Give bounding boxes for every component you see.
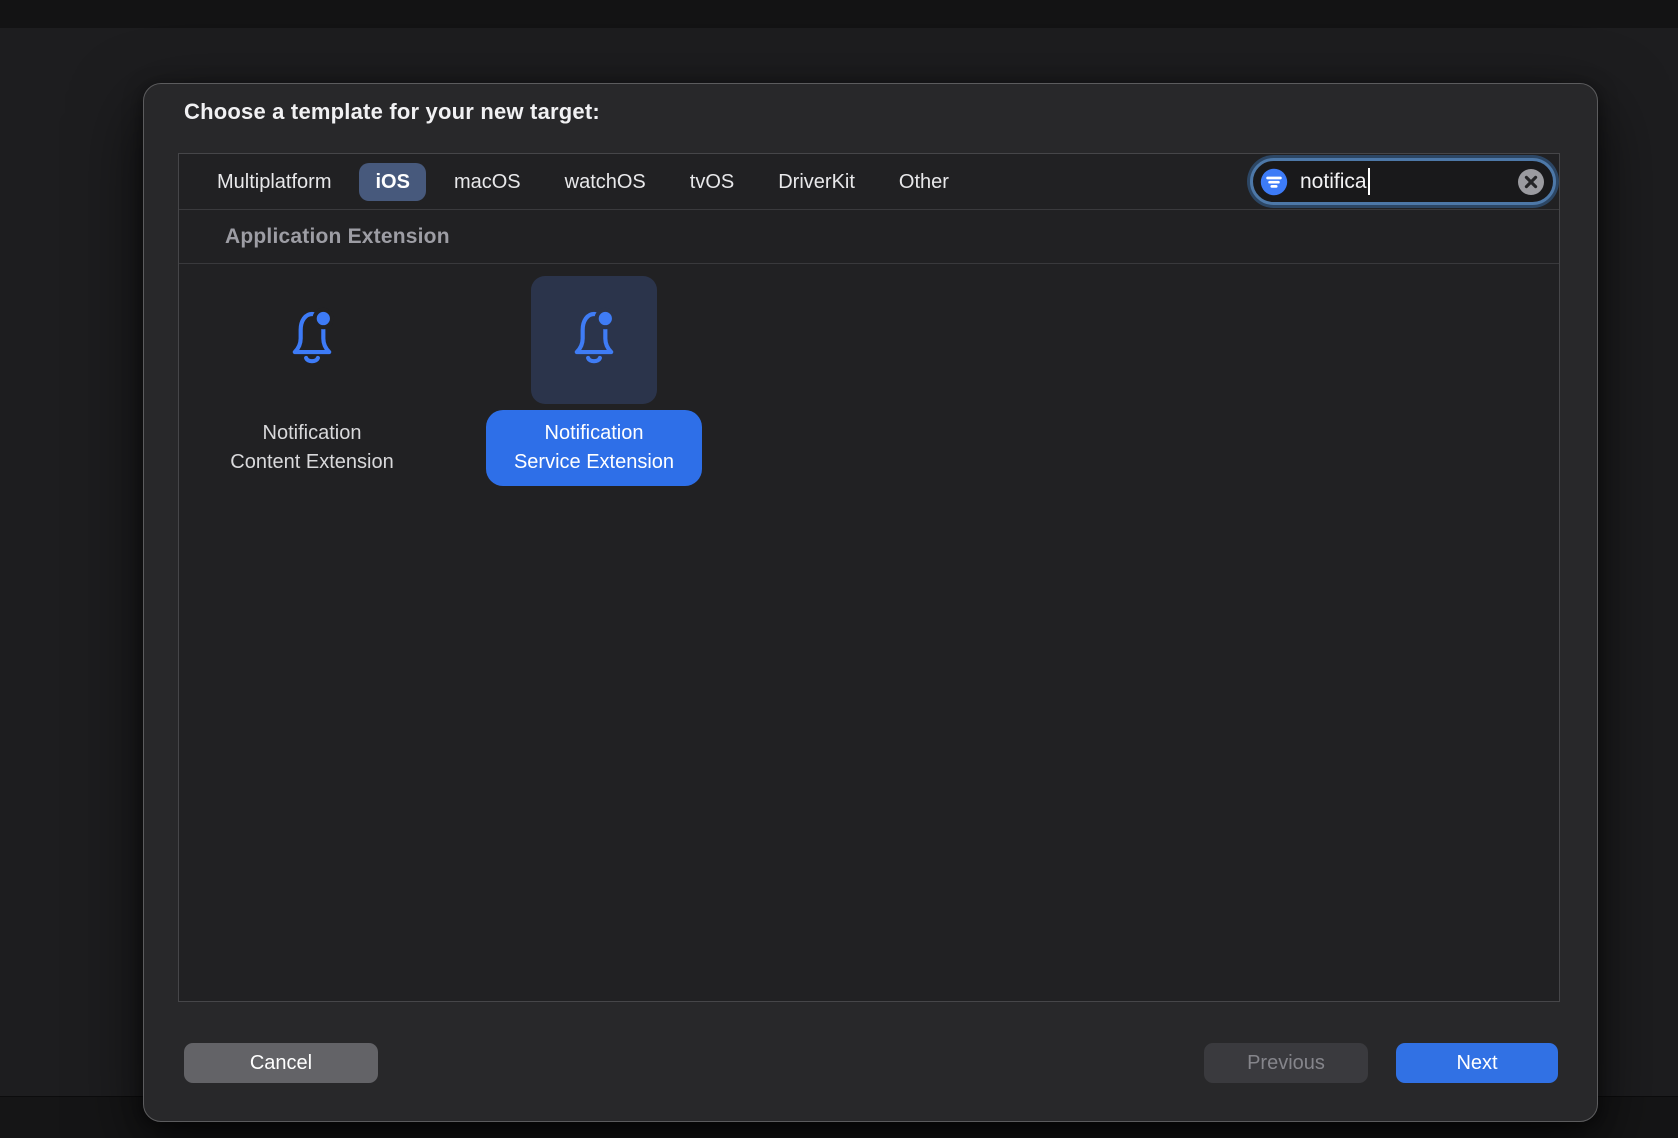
search-input[interactable]: notifica: [1250, 158, 1556, 205]
background-top-strip: [0, 0, 1678, 28]
desktop-background: Choose a template for your new target: M…: [0, 0, 1678, 1138]
tab-driverkit[interactable]: DriverKit: [756, 163, 877, 201]
notification-bell-icon: [565, 303, 623, 378]
tab-multiplatform[interactable]: Multiplatform: [195, 163, 353, 201]
text-cursor: [1368, 168, 1370, 195]
template-notification-service-extension[interactable]: Notification Service Extension: [464, 274, 724, 486]
template-grid: Notification Content Extension: [179, 264, 1559, 1001]
tab-watchos[interactable]: watchOS: [543, 163, 668, 201]
tab-other[interactable]: Other: [877, 163, 971, 201]
search-input-text[interactable]: notifica: [1300, 170, 1367, 194]
dialog-title: Choose a template for your new target:: [184, 99, 600, 125]
next-button[interactable]: Next: [1396, 1043, 1558, 1083]
template-label: Notification Content Extension: [202, 410, 421, 486]
section-header: Application Extension: [225, 225, 450, 249]
filter-circle-icon[interactable]: [1260, 168, 1288, 196]
template-label-selected: Notification Service Extension: [486, 410, 702, 486]
platform-tab-bar: Multiplatform iOS macOS watchOS tvOS Dri…: [179, 154, 1559, 210]
template-notification-content-extension[interactable]: Notification Content Extension: [182, 274, 442, 486]
previous-button[interactable]: Previous: [1204, 1043, 1368, 1083]
clear-circle-icon[interactable]: [1517, 168, 1545, 196]
template-icon-tile: [249, 276, 375, 404]
section-header-row: Application Extension: [179, 210, 1559, 264]
template-icon-tile-selected: [531, 276, 657, 404]
notification-bell-icon: [283, 303, 341, 378]
cancel-button[interactable]: Cancel: [184, 1043, 378, 1083]
template-chooser: Multiplatform iOS macOS watchOS tvOS Dri…: [178, 153, 1560, 1002]
tab-ios[interactable]: iOS: [359, 163, 425, 201]
new-target-dialog: Choose a template for your new target: M…: [143, 83, 1598, 1122]
tab-tvos[interactable]: tvOS: [668, 163, 756, 201]
tab-macos[interactable]: macOS: [432, 163, 543, 201]
